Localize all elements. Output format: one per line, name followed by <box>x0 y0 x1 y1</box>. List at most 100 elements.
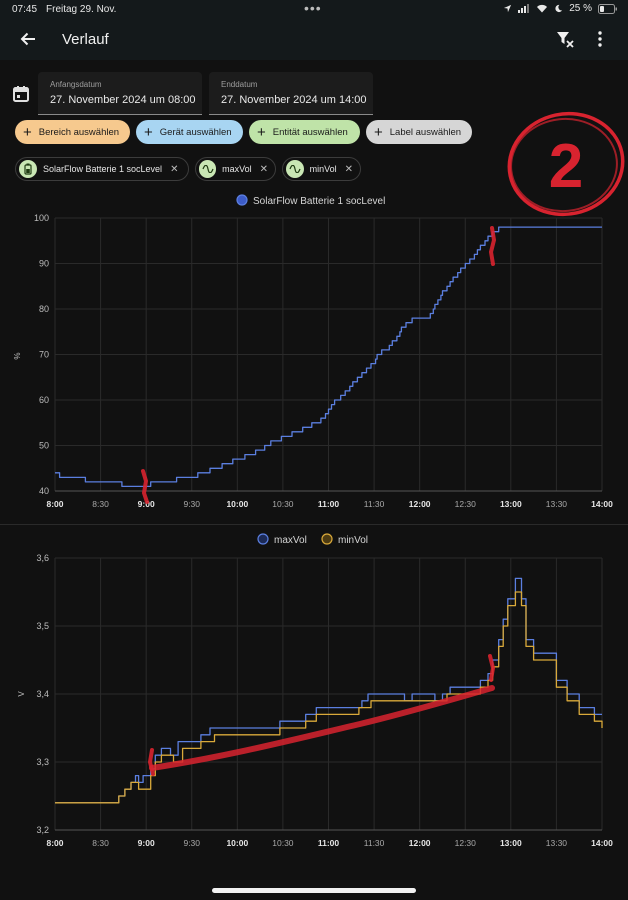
choose-device-label: Gerät auswählen <box>159 126 232 138</box>
x-tick-label: 11:00 <box>318 838 340 848</box>
start-date-label: Anfangsdatum <box>50 80 102 89</box>
choose-entity-label: Entität auswählen <box>272 126 348 138</box>
legend-marker-minvol <box>321 533 333 545</box>
y-tick-label: 70 <box>39 350 49 360</box>
choose-entity-button[interactable]: + Entität auswählen <box>249 120 360 144</box>
x-tick-label: 12:30 <box>455 499 477 509</box>
end-date-value: 27. November 2024 um 14:00 <box>221 94 367 106</box>
x-tick-label: 9:00 <box>138 838 155 848</box>
entity-chip-soc-level[interactable]: SolarFlow Batterie 1 socLevel ✕ <box>15 157 189 181</box>
chart-legend: SolarFlow Batterie 1 socLevel <box>236 194 385 207</box>
back-arrow-icon[interactable] <box>18 29 38 49</box>
chart-grid <box>54 557 603 831</box>
multitask-dots-icon[interactable]: ••• <box>304 0 322 16</box>
x-tick-label: 9:30 <box>183 499 200 509</box>
chart-axes: 4050607080901008:00 8:30 9:00 9:30 10:00 10:3… <box>34 213 613 509</box>
voltage-chart: maxVol minVol 3,2 3,3 3,4 3,5 3,6 8:00 8:30 9:0… <box>17 533 613 848</box>
x-tick-label: 8:30 <box>92 499 109 509</box>
plus-icon: + <box>374 123 383 141</box>
y-tick-label: 80 <box>39 304 49 314</box>
remove-entity-icon[interactable]: ✕ <box>345 164 353 175</box>
annotation-mark <box>141 469 149 504</box>
y-tick-label: 100 <box>34 213 49 223</box>
x-tick-label: 10:30 <box>272 838 294 848</box>
x-tick-label: 13:00 <box>500 499 522 509</box>
x-tick-label: 11:00 <box>318 499 340 509</box>
sine-wave-icon <box>286 160 304 178</box>
end-date-label: Enddatum <box>221 80 258 89</box>
x-tick-label: 11:30 <box>364 499 385 509</box>
wifi-icon <box>537 4 548 13</box>
x-tick-label: 10:30 <box>272 499 294 509</box>
annotation-underline <box>149 685 495 771</box>
x-tick-label: 12:30 <box>455 838 477 848</box>
more-vert-icon[interactable] <box>594 30 606 48</box>
status-time: 07:45 <box>12 4 38 15</box>
choose-device-button[interactable]: + Gerät auswählen <box>136 120 243 144</box>
x-tick-label: 9:30 <box>183 838 200 848</box>
status-date: Freitag 29. Nov. <box>46 4 117 15</box>
x-tick-label: 13:30 <box>546 838 568 848</box>
status-bar: 07:45 Freitag 29. Nov. ••• 25 % <box>0 0 628 18</box>
y-tick-label: 3,3 <box>36 757 49 767</box>
soc-level-chart: SolarFlow Batterie 1 socLevel 40 50 60 70 80… <box>13 194 613 509</box>
x-tick-label: 13:00 <box>500 838 522 848</box>
sine-wave-icon <box>199 160 217 178</box>
annotation-mark <box>488 226 497 266</box>
start-date-picker[interactable]: Anfangsdatum 27. November 2024 um 08:00 <box>38 72 202 115</box>
x-tick-label: 13:30 <box>546 499 568 509</box>
y-axis-label: V <box>17 691 26 697</box>
legend-label-maxvol[interactable]: maxVol <box>274 535 307 546</box>
choose-area-button[interactable]: + Bereich auswählen <box>15 120 130 144</box>
plus-icon: + <box>23 123 32 141</box>
legend-label-minvol[interactable]: minVol <box>338 535 368 546</box>
location-arrow-icon <box>504 4 512 13</box>
cellular-signal-icon <box>518 4 530 13</box>
choose-area-label: Bereich auswählen <box>38 126 120 138</box>
y-tick-label: 3,5 <box>36 621 49 631</box>
calendar-icon <box>13 86 29 102</box>
choose-label-button[interactable]: + Label auswählen <box>366 120 472 144</box>
legend-marker-maxvol <box>257 533 269 545</box>
annotation-mark <box>488 654 496 682</box>
remove-entity-icon[interactable]: ✕ <box>170 164 178 175</box>
remove-entity-icon[interactable]: ✕ <box>260 164 268 175</box>
legend-label[interactable]: SolarFlow Batterie 1 socLevel <box>253 196 385 207</box>
x-tick-label: 11:30 <box>364 838 385 848</box>
y-tick-label: 40 <box>39 486 49 496</box>
status-icons: 25 % <box>503 3 618 14</box>
start-date-value: 27. November 2024 um 08:00 <box>50 94 196 106</box>
battery-icon <box>19 160 37 178</box>
x-tick-label: 14:00 <box>591 499 613 509</box>
x-tick-label: 12:00 <box>409 838 431 848</box>
chart-grid <box>54 217 603 492</box>
filter-remove-icon[interactable] <box>556 30 574 48</box>
home-indicator[interactable] <box>212 888 416 893</box>
chart-axes: 3,2 3,3 3,4 3,5 3,6 8:00 8:30 9:00 9:30 10:00 10:3… <box>36 553 613 848</box>
y-tick-label: 60 <box>39 395 49 405</box>
entity-chip-minvol[interactable]: minVol ✕ <box>282 157 361 181</box>
x-tick-label: 12:00 <box>409 499 431 509</box>
plus-icon: + <box>144 123 153 141</box>
app-bar: Verlauf <box>0 18 628 60</box>
y-tick-label: 90 <box>39 259 49 269</box>
moon-icon <box>555 4 563 13</box>
x-tick-label: 10:00 <box>226 838 248 848</box>
x-tick-label: 14:00 <box>591 838 613 848</box>
x-tick-label: 10:00 <box>226 499 248 509</box>
battery-percent: 25 % <box>569 3 592 14</box>
x-tick-label: 8:00 <box>46 838 63 848</box>
legend-marker <box>236 194 248 206</box>
end-date-picker[interactable]: Enddatum 27. November 2024 um 14:00 <box>209 72 373 115</box>
entity-chip-label: SolarFlow Batterie 1 socLevel <box>43 164 163 174</box>
chart-divider <box>0 524 628 525</box>
battery-status-icon <box>598 3 617 14</box>
y-tick-label: 50 <box>39 441 49 451</box>
entity-chip-maxvol[interactable]: maxVol ✕ <box>195 157 276 181</box>
y-tick-label: 3,4 <box>36 689 49 699</box>
entity-chip-label: minVol <box>309 164 337 174</box>
y-tick-label: 3,2 <box>36 825 49 835</box>
y-tick-label: 3,6 <box>36 553 49 563</box>
choose-label-label: Label auswählen <box>389 126 462 138</box>
page-title: Verlauf <box>62 31 109 48</box>
